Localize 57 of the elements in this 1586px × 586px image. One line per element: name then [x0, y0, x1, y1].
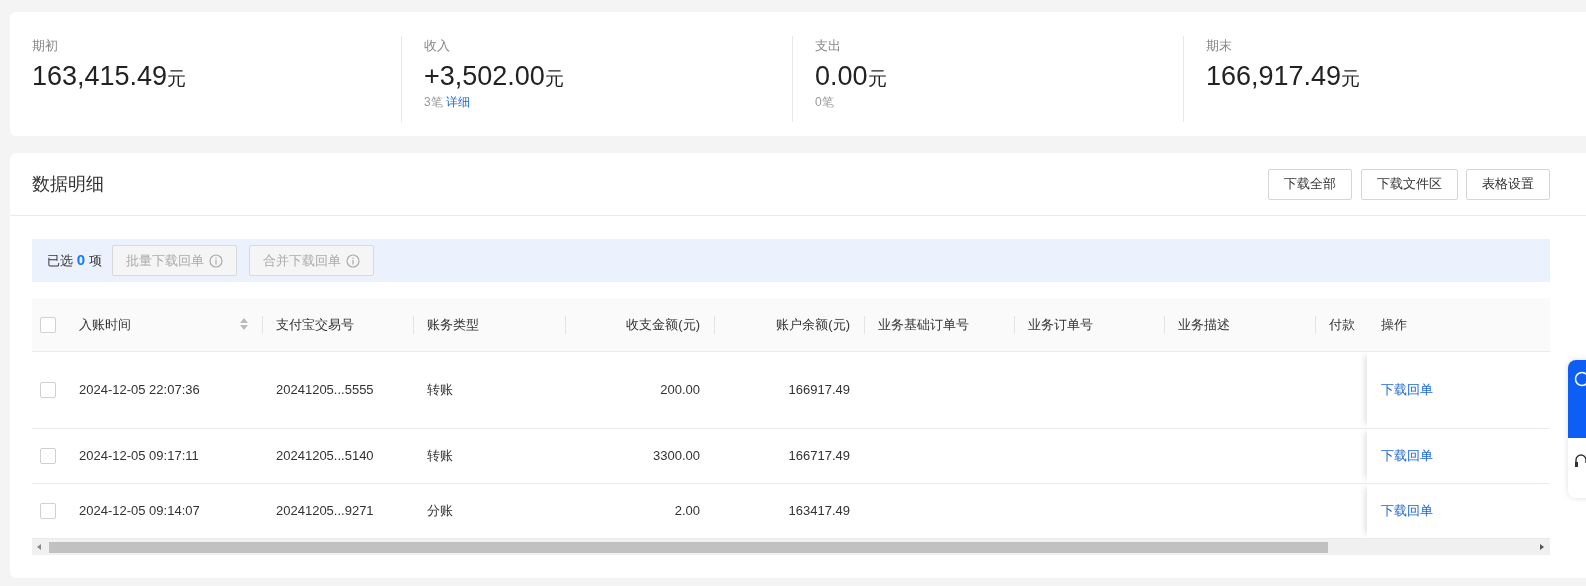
table-cell: 分账 [427, 502, 453, 518]
transaction-count: 3笔 [424, 94, 443, 111]
column-header: 业务基础订单号 [878, 315, 969, 334]
table-cell: 20241205...9271 [276, 502, 374, 518]
stat-amount: +3,502.00 [424, 59, 545, 92]
table-cell: 2.00 [674, 502, 700, 518]
stat-label: 期末 [1206, 37, 1232, 55]
table-cell: 20241205...5140 [276, 447, 374, 463]
stat-amount: 163,415.49 [32, 59, 168, 92]
row-checkbox[interactable] [40, 448, 56, 465]
download-receipt-link[interactable]: 下载回单 [1381, 447, 1433, 463]
column-header: 付款 [1329, 315, 1355, 334]
table-cell: 2024-12-05 22:07:36 [79, 381, 200, 397]
help-icon [1574, 370, 1586, 387]
section-title: 数据明细 [32, 172, 104, 196]
toolbar-button[interactable]: 下载文件区 [1360, 168, 1458, 200]
table-cell: 20241205...5555 [276, 381, 374, 397]
row-checkbox[interactable] [40, 382, 56, 399]
stat-label: 支出 [815, 37, 841, 55]
download-receipt-link[interactable]: 下载回单 [1381, 502, 1433, 518]
table-cell: 转账 [427, 381, 453, 397]
sort-icon[interactable] [240, 318, 248, 331]
table-cell: 2024-12-05 09:14:07 [79, 502, 200, 518]
stat-label: 期初 [32, 37, 58, 55]
table-cell: 166917.49 [788, 381, 850, 397]
toolbar-button[interactable]: 表格设置 [1466, 168, 1550, 200]
table-cell: 200.00 [660, 381, 700, 397]
column-header: 业务描述 [1178, 315, 1230, 334]
column-header: 账务类型 [427, 315, 479, 334]
row-checkbox[interactable] [40, 503, 56, 520]
column-header: 业务订单号 [1028, 315, 1093, 334]
table-cell: 2024-12-05 09:17:11 [79, 447, 199, 463]
stat-amount: 166,917.49 [1206, 59, 1342, 92]
select-all-checkbox[interactable] [40, 317, 56, 334]
info-icon [345, 253, 360, 268]
currency-unit: 元 [1341, 67, 1361, 89]
column-header: 支付宝交易号 [276, 315, 354, 334]
details-link[interactable]: 详细 [445, 93, 470, 111]
stat-label: 收入 [424, 37, 450, 55]
table-cell: 3300.00 [653, 447, 700, 463]
column-header: 账户余额(元) [776, 315, 850, 334]
headset-icon [1574, 452, 1586, 469]
currency-unit: 元 [167, 67, 187, 89]
info-icon [208, 253, 223, 268]
stat-amount: 0.00 [815, 59, 868, 92]
currency-unit: 元 [867, 67, 887, 89]
currency-unit: 元 [544, 67, 564, 89]
selection-count: 已选 0 项 [47, 250, 102, 271]
column-header[interactable]: 入账时间 [79, 314, 131, 334]
toolbar-button[interactable]: 下载全部 [1268, 168, 1352, 200]
table-cell: 163417.49 [788, 502, 850, 518]
column-header: 收支金额(元) [626, 315, 700, 334]
table-cell: 166717.49 [788, 447, 850, 463]
transaction-count: 0笔 [815, 94, 834, 111]
download-receipt-link[interactable]: 下载回单 [1381, 381, 1433, 397]
table-cell: 转账 [427, 447, 453, 463]
column-header: 操作 [1381, 315, 1407, 334]
